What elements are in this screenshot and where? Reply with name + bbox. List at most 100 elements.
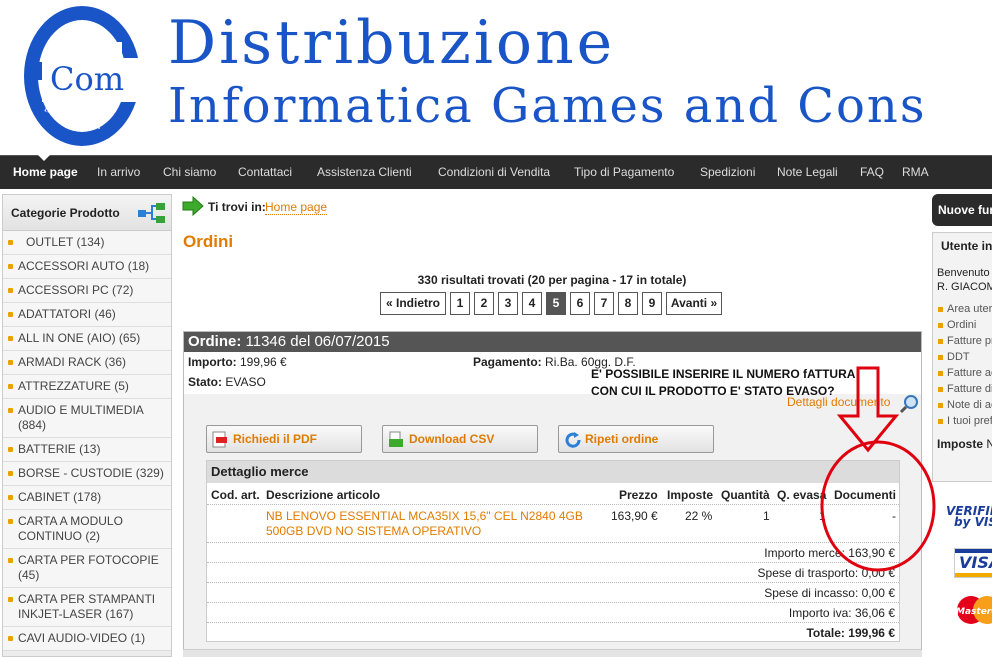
- user-link[interactable]: Fatture ac: [937, 367, 992, 379]
- pager-page-current[interactable]: 5: [546, 292, 566, 315]
- request-pdf-button[interactable]: Richiedi il PDF: [206, 425, 362, 453]
- category-item[interactable]: ACCESSORI PC (72): [3, 279, 171, 303]
- user-link-label: Area uter: [947, 303, 992, 315]
- category-item[interactable]: AUDIO E MULTIMEDIA (884): [3, 399, 171, 438]
- document-details-link[interactable]: Dettagli documento: [787, 395, 890, 409]
- bullet-icon: [8, 408, 13, 413]
- category-label: ACCESSORI AUTO (18): [18, 259, 150, 273]
- order-pagamento-label: Pagamento:: [473, 355, 542, 369]
- divider: [207, 562, 899, 563]
- category-item[interactable]: OUTLET (134): [3, 231, 171, 255]
- total-row-trasporto: Spese di trasporto: 0,00 €: [758, 566, 895, 580]
- user-link[interactable]: Area uter: [937, 303, 992, 315]
- user-box-title: Utente in: [941, 239, 992, 253]
- product-description-link[interactable]: NB LENOVO ESSENTIAL MCA35IX 15,6" CEL N2…: [266, 509, 583, 539]
- category-item[interactable]: ALL IN ONE (AIO) (65): [3, 327, 171, 351]
- category-item[interactable]: ADATTATORI (46): [3, 303, 171, 327]
- pager-page-8[interactable]: 8: [618, 292, 638, 315]
- site-logo[interactable]: Com International: [22, 2, 148, 148]
- download-csv-button[interactable]: Download CSV: [382, 425, 538, 453]
- nav-item-contattaci[interactable]: Contattaci: [238, 156, 292, 190]
- product-tax: 22 %: [685, 509, 713, 523]
- category-item[interactable]: CAVI AUDIO-VIDEO (1): [3, 627, 171, 651]
- category-item[interactable]: BATTERIE (13): [3, 438, 171, 462]
- total-value: 0,00 €: [861, 586, 895, 600]
- bullet-icon: [938, 419, 943, 424]
- breadcrumb-home-link[interactable]: Home page: [265, 200, 328, 215]
- category-tree-icon: [138, 203, 165, 223]
- refresh-icon: [565, 432, 581, 448]
- pager-page-3[interactable]: 3: [498, 292, 518, 315]
- user-link[interactable]: I tuoi pref: [937, 415, 992, 427]
- order-label: Ordine:: [188, 333, 242, 350]
- user-link[interactable]: Note di ac: [937, 399, 992, 411]
- total-label: Spese di trasporto:: [757, 566, 859, 580]
- news-button[interactable]: Nuove fun: [932, 194, 992, 226]
- category-label: BORSE - CUSTODIE (329): [18, 466, 164, 480]
- column-header: Cod. art.: [211, 488, 260, 502]
- bullet-icon: [8, 360, 13, 365]
- product-qty-shipped: 1: [819, 509, 826, 523]
- column-header: Documenti: [834, 488, 897, 502]
- nav-item-note-legali[interactable]: Note Legali: [777, 156, 838, 190]
- user-link[interactable]: Fatture di: [937, 383, 992, 395]
- page-title: Ordini: [183, 232, 234, 251]
- category-label: ACCESSORI PC (72): [18, 283, 134, 297]
- right-sidebar: Nuove fun Utente in Benvenuto R. GIACOM …: [932, 194, 992, 657]
- nav-item-tipo-pagamento[interactable]: Tipo di Pagamento: [574, 156, 674, 190]
- bullet-icon: [8, 471, 13, 476]
- pager-page-6[interactable]: 6: [570, 292, 590, 315]
- imposte-text: Imposte: [937, 437, 984, 451]
- nav-item-faq[interactable]: FAQ: [860, 156, 884, 190]
- column-header: Prezzo: [619, 488, 658, 502]
- user-name: R. GIACOM: [937, 281, 992, 293]
- divider: [207, 542, 899, 543]
- magnifier-icon[interactable]: [900, 394, 920, 414]
- nav-item-chi-siamo[interactable]: Chi siamo: [163, 156, 216, 190]
- category-item[interactable]: CARTA PER STAMPANTI INKJET-LASER (167): [3, 588, 171, 627]
- bullet-icon: [8, 336, 13, 341]
- pager-page-4[interactable]: 4: [522, 292, 542, 315]
- category-sidebar: Categorie Prodotto OUTLET (134) ACCESSOR…: [2, 194, 172, 657]
- category-item[interactable]: ATTREZZATURE (5): [3, 375, 171, 399]
- bullet-icon: [8, 597, 13, 602]
- category-label: ALL IN ONE (AIO) (65): [18, 331, 141, 345]
- user-link[interactable]: Fatture pr: [937, 335, 992, 347]
- divider: [207, 582, 899, 583]
- nav-item-in-arrivo[interactable]: In arrivo: [97, 156, 140, 190]
- site-header: Com International Distribuzione Informat…: [0, 0, 992, 155]
- category-label: CAVI AUDIO-VIDEO (1): [18, 631, 146, 645]
- bullet-icon: [938, 339, 943, 344]
- bullet-icon: [8, 240, 13, 245]
- pager-page-7[interactable]: 7: [594, 292, 614, 315]
- pager-page-2[interactable]: 2: [474, 292, 494, 315]
- nav-item-assistenza-clienti[interactable]: Assistenza Clienti: [317, 156, 412, 190]
- user-link[interactable]: Ordini: [937, 319, 976, 331]
- category-item[interactable]: CARTA A MODULO CONTINUO (2): [3, 510, 171, 549]
- pager-next-button[interactable]: Avanti »: [666, 292, 722, 315]
- category-item[interactable]: ACCESSORI AUTO (18): [3, 255, 171, 279]
- bullet-icon: [8, 495, 13, 500]
- user-link-label: DDT: [947, 351, 970, 363]
- nav-item-spedizioni[interactable]: Spedizioni: [700, 156, 755, 190]
- category-item[interactable]: CARTA PER FOTOCOPIE (45): [3, 549, 171, 588]
- pager-page-9[interactable]: 9: [642, 292, 662, 315]
- category-item[interactable]: BORSE - CUSTODIE (329): [3, 462, 171, 486]
- site-title-line-2: Informatica Games and Cons: [168, 78, 927, 134]
- nav-item-home-page[interactable]: Home page: [13, 156, 78, 190]
- mastercard-logo: MasterCa: [956, 596, 992, 624]
- repeat-order-button[interactable]: Ripeti ordine: [558, 425, 714, 453]
- nav-item-condizioni-vendita[interactable]: Condizioni di Vendita: [438, 156, 550, 190]
- category-item[interactable]: CABINET (178): [3, 486, 171, 510]
- category-label: ADATTATORI (46): [18, 307, 116, 321]
- category-sidebar-header: Categorie Prodotto: [3, 195, 171, 231]
- bullet-icon: [938, 355, 943, 360]
- pager-page-1[interactable]: 1: [450, 292, 470, 315]
- bullet-icon: [8, 447, 13, 452]
- bullet-icon: [938, 307, 943, 312]
- category-item[interactable]: ARMADI RACK (36): [3, 351, 171, 375]
- column-header: Q. evasa: [777, 488, 827, 502]
- user-link[interactable]: DDT: [937, 351, 970, 363]
- nav-item-rma[interactable]: RMA: [902, 156, 929, 190]
- pager-prev-button[interactable]: « Indietro: [380, 292, 446, 315]
